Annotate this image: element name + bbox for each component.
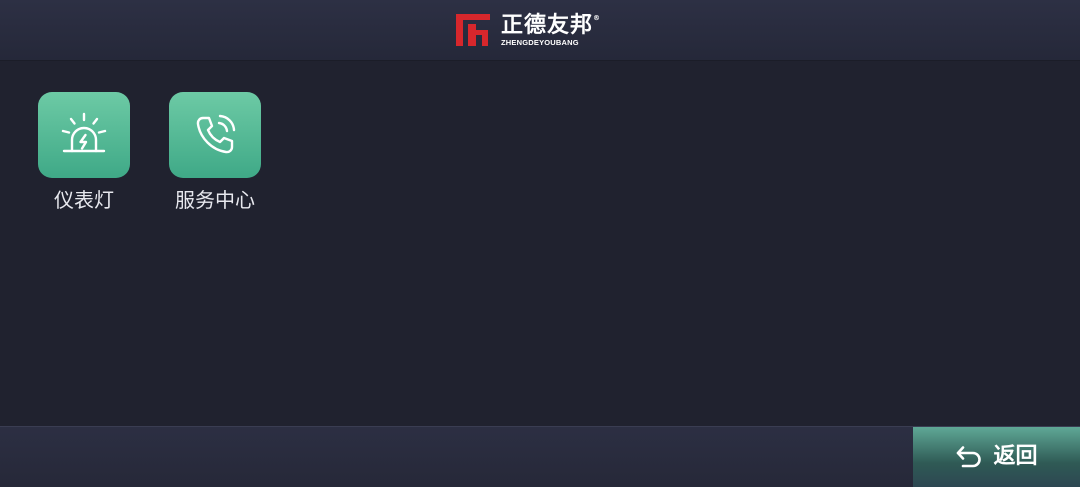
phone-call-icon [196,114,236,154]
warning-beacon-icon [61,112,107,153]
return-arrow-icon [957,446,982,468]
back-label: 返回 [993,444,1038,469]
brand-logo: 正德友邦 ® ZHENGDEYOUBANG [455,12,600,48]
app-tile[interactable] [38,92,130,178]
app-service-center[interactable]: 服务中心 [169,92,261,212]
brand-name-en: ZHENGDEYOUBANG [501,37,579,47]
back-button[interactable]: 返回 [913,427,1080,487]
app-label: 仪表灯 [54,188,114,212]
registered-mark: ® [593,13,602,22]
brand-logo-mark-icon [456,14,490,46]
app-dashboard-lights[interactable]: 仪表灯 [38,92,130,212]
app-tile[interactable] [169,92,261,178]
brand-name-cn: 正德友邦 [501,12,594,38]
app-label: 服务中心 [175,188,255,212]
bottom-bar: 返回 [0,426,1080,487]
top-bar: 正德友邦 ® ZHENGDEYOUBANG [0,0,1080,61]
